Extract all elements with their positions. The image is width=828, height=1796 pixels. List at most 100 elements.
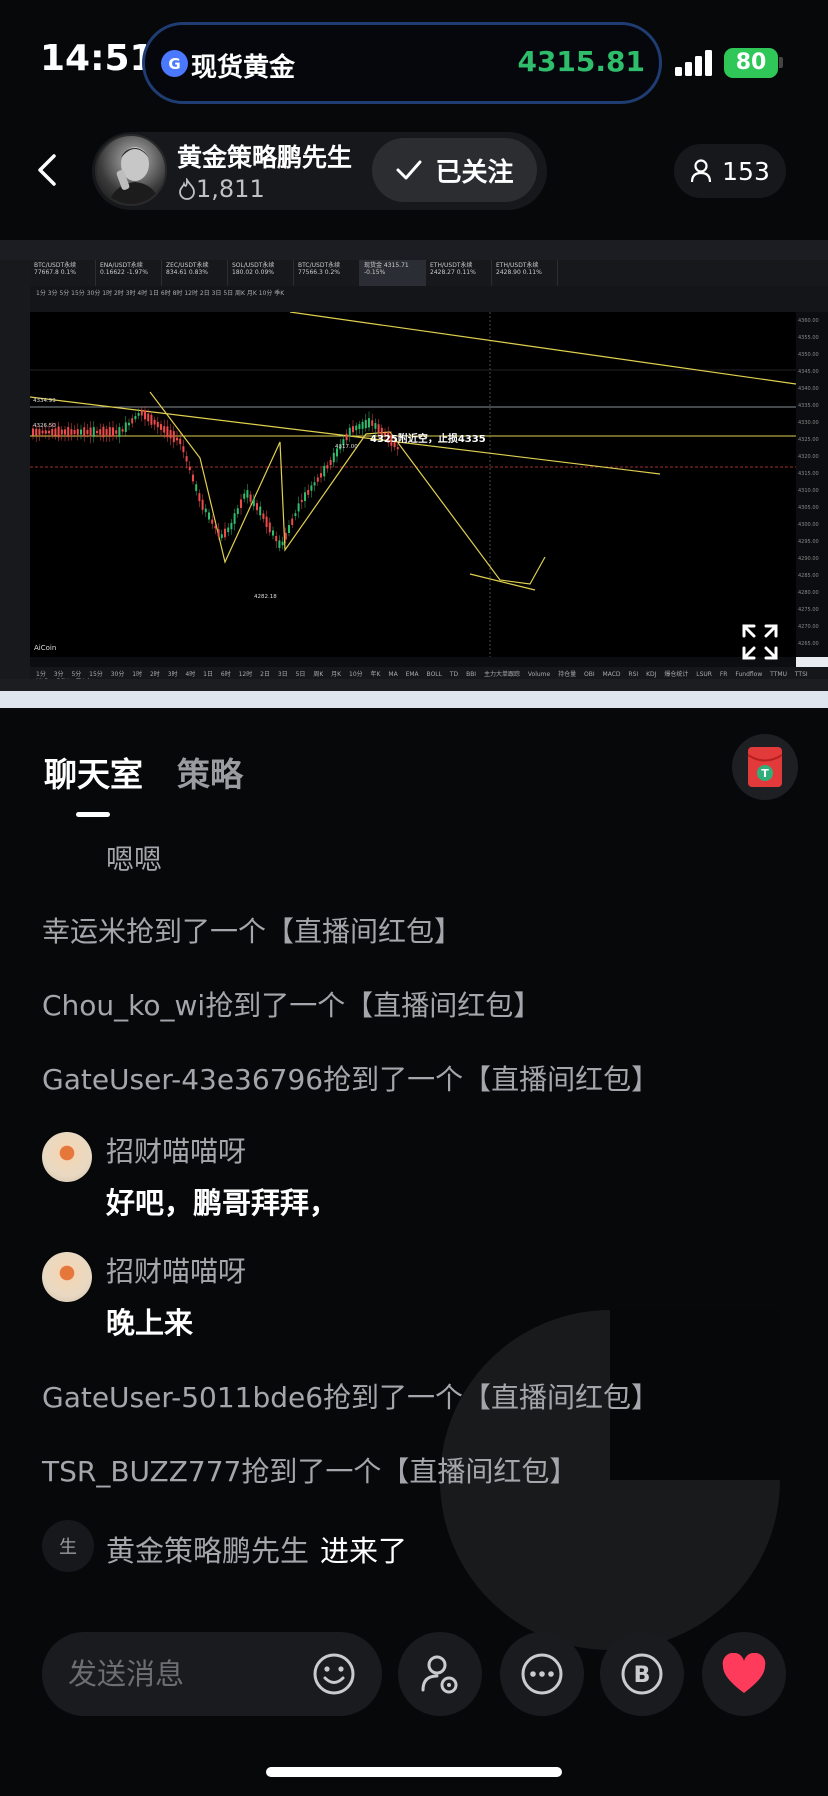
candle [198, 493, 201, 502]
tab-chatroom[interactable]: 聊天室 [44, 748, 143, 796]
price-tick: 4360.00 [798, 318, 819, 324]
candle [51, 429, 54, 435]
ticker-price: 4315.81 [517, 45, 645, 78]
market-tab[interactable]: 现货金 4315.71 -0.15% [360, 260, 426, 286]
chart-mid-label: 4317.00 [335, 444, 358, 450]
candle [89, 427, 92, 437]
candle [102, 426, 105, 438]
candle [272, 530, 274, 536]
viewer-count-pill[interactable]: 153 [674, 144, 786, 198]
red-packet-button[interactable]: T [732, 734, 798, 800]
candle [262, 513, 265, 519]
active-tab-indicator [76, 812, 110, 817]
coin-button[interactable]: B [600, 1632, 684, 1716]
checkmark-icon [396, 160, 422, 180]
system-message: GateUser-5011bde6抢到了一个【直播间红包】 [42, 1381, 660, 1414]
candle [368, 418, 370, 428]
market-tab[interactable]: ETH/USDT永续 2428.90 0.11% [492, 260, 558, 286]
candle [188, 466, 191, 471]
gold-ticker-pill[interactable]: G 现货黄金 4315.81 [142, 22, 662, 104]
market-tab[interactable]: ETH/USDT永续 2428.27 0.11% [426, 260, 492, 286]
system-message: GateUser-43e36796抢到了一个【直播间红包】 [42, 1063, 660, 1096]
candle [300, 499, 303, 502]
candle [233, 513, 236, 524]
candle [83, 427, 86, 437]
candle [326, 465, 329, 469]
price-tick: 4275.00 [798, 607, 819, 613]
price-tick: 4305.00 [798, 505, 819, 511]
price-tick: 4270.00 [798, 624, 819, 630]
candle [86, 429, 89, 435]
price-tick: 4280.00 [798, 590, 819, 596]
candle [304, 492, 306, 502]
candle [220, 534, 223, 539]
candle [256, 503, 258, 511]
candle [259, 506, 262, 516]
battery-icon: 80 [724, 48, 778, 78]
indicator-toolbar: 1分 3分 5分 15分 30分 1时 2时 3时 4时 1日 6时 12时 2… [30, 667, 828, 685]
system-message: Chou_ko_wi抢到了一个【直播间红包】 [42, 989, 542, 1022]
user-gear-icon [421, 1655, 458, 1694]
price-tick: 4310.00 [798, 488, 819, 494]
candle [227, 527, 230, 533]
chat-username[interactable]: 招财喵喵呀 [106, 1250, 246, 1290]
candle [329, 460, 332, 466]
price-tick: 4295.00 [798, 539, 819, 545]
chart-left-label: 4326.50 [33, 423, 56, 429]
price-tick: 4350.00 [798, 352, 819, 358]
candle [246, 490, 249, 498]
user-avatar[interactable] [42, 1252, 92, 1302]
candle [163, 426, 166, 433]
market-tab[interactable]: SOL/USDT永续 180.02 0.09% [228, 260, 294, 286]
follow-button[interactable]: 已关注 [372, 138, 537, 202]
price-tick: 4320.00 [798, 454, 819, 460]
chart-annotation: 4325附近空，止损4335 [370, 432, 486, 445]
user-avatar[interactable] [42, 1132, 92, 1182]
host-likes: 1,811 [178, 175, 265, 203]
candle [38, 429, 41, 435]
fullscreen-expand-icon[interactable] [740, 622, 780, 662]
price-axis: 4360.00 4355.00 4350.00 4345.00 4340.00 4335.… [796, 312, 828, 657]
candle [243, 493, 246, 499]
status-strip [0, 679, 828, 691]
join-username[interactable]: 黄金策略鹏先生 [106, 1528, 309, 1570]
tab-strategy[interactable]: 策略 [177, 748, 243, 796]
candle [41, 430, 44, 434]
candle [160, 424, 162, 430]
live-stream-video[interactable]: BTC/USDT永续 77667.8 0.1% ENA/USDT永续 0.1662… [0, 240, 828, 708]
market-tab[interactable]: BTC/USDT永续 77566.3 0.2% [294, 260, 360, 286]
coin-b-icon: B [621, 1653, 663, 1695]
candle [224, 528, 226, 538]
more-options-button[interactable] [500, 1632, 584, 1716]
price-tick: 4330.00 [798, 420, 819, 426]
chat-username[interactable]: 招财喵喵呀 [106, 1130, 246, 1170]
candle [131, 418, 134, 424]
gate-logo-icon: G [161, 50, 188, 77]
candle [352, 426, 354, 433]
emoji-icon[interactable] [312, 1652, 356, 1696]
heart-icon [722, 1653, 766, 1693]
candle [105, 429, 108, 435]
price-tick: 4335.00 [798, 403, 819, 409]
candle [294, 513, 297, 517]
candle [268, 522, 271, 533]
market-tab[interactable]: BTC/USDT永续 77667.8 0.1% [30, 260, 96, 286]
system-message: TSR_BUZZ777抢到了一个【直播间红包】 [42, 1455, 578, 1488]
app-title-bar [0, 240, 828, 260]
candle [320, 473, 322, 478]
market-tabs: BTC/USDT永续 77667.8 0.1% ENA/USDT永续 0.1662… [30, 260, 828, 286]
svg-text:B: B [634, 1663, 651, 1688]
price-tick: 4325.00 [798, 437, 819, 443]
host-avatar[interactable] [95, 134, 167, 206]
back-chevron-icon[interactable] [30, 152, 66, 188]
user-settings-button[interactable] [398, 1632, 482, 1716]
market-tab[interactable]: ZEC/USDT永续 834.61 0.83% [162, 260, 228, 286]
like-button[interactable] [702, 1632, 786, 1716]
candle [48, 430, 50, 434]
candle [44, 430, 47, 434]
market-tab[interactable]: ENA/USDT永续 0.16622 -1.97% [96, 260, 162, 286]
candle [249, 494, 252, 502]
candle [348, 427, 351, 437]
candle [137, 413, 140, 416]
aicoin-brand: AiCoin [34, 644, 56, 652]
